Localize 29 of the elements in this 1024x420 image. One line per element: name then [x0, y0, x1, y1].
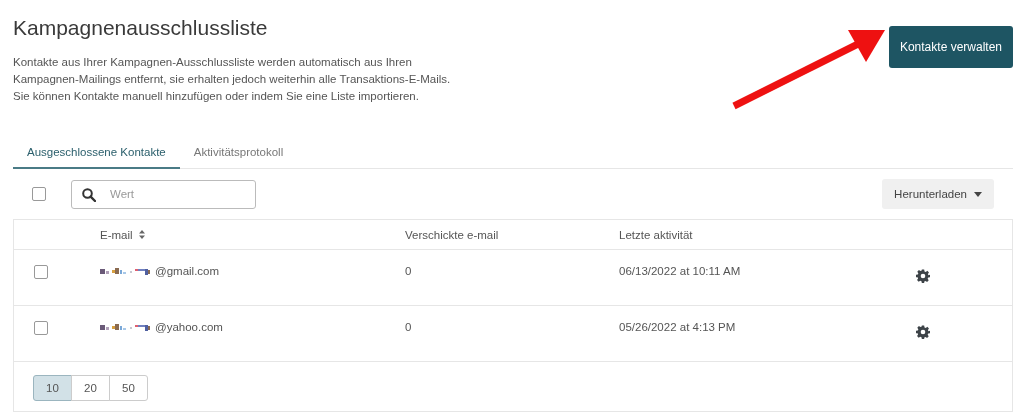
column-header[interactable]: E-mail	[100, 228, 145, 241]
sent-count: 0	[405, 265, 412, 277]
settings-icon[interactable]	[916, 325, 930, 339]
sort-icon[interactable]	[138, 230, 145, 239]
page-title: Kampagnenausschlussliste	[13, 16, 269, 40]
page-size-button[interactable]: 50	[109, 375, 148, 401]
pixelated-redaction-drawing	[100, 266, 153, 276]
search-icon	[82, 187, 96, 202]
page-size-button[interactable]: 10	[33, 375, 72, 401]
manage-contacts-button[interactable]: Kontakte verwalten	[888, 26, 1013, 68]
select-all-checkbox[interactable]	[32, 187, 46, 201]
pixelated-redaction-drawing	[100, 322, 153, 332]
search-field[interactable]: Wert	[71, 179, 256, 209]
last-activity-text: 05/26/2022 at 4:13 PM	[619, 321, 736, 333]
column-header: Verschickte e-mail	[405, 228, 499, 241]
settings-icon[interactable]	[916, 269, 930, 283]
last-activity-text: 06/13/2022 at 10:11 AM	[619, 265, 741, 277]
description-text: Kontakte aus Ihrer Kampagnen-Ausschlussliste werden automatisch aus Ihren Kampagnen-Mailings entfernt, sie erhalten jedoch weiterhin alle Transaktions-E-Mails. Sie können Kontakte manuell hinzufügen oder indem Sie eine Liste importieren.	[13, 55, 451, 104]
row-checkbox[interactable]	[34, 321, 48, 335]
pixelated-email-text: @gmail.com	[100, 265, 220, 277]
tab[interactable]: Aktivitätsprotokoll	[179, 142, 298, 169]
download-dropdown[interactable]: Herunterladen	[882, 179, 994, 209]
pixelated-email-text: @yahoo.com	[100, 321, 223, 333]
sent-count: 0	[405, 321, 412, 333]
tab[interactable]: Ausgeschlossene Kontakte	[13, 142, 180, 169]
caret-icon	[974, 191, 982, 197]
page-size-button[interactable]: 20	[71, 375, 110, 401]
row-checkbox[interactable]	[34, 265, 48, 279]
column-header: Letzte aktivität	[619, 228, 693, 241]
